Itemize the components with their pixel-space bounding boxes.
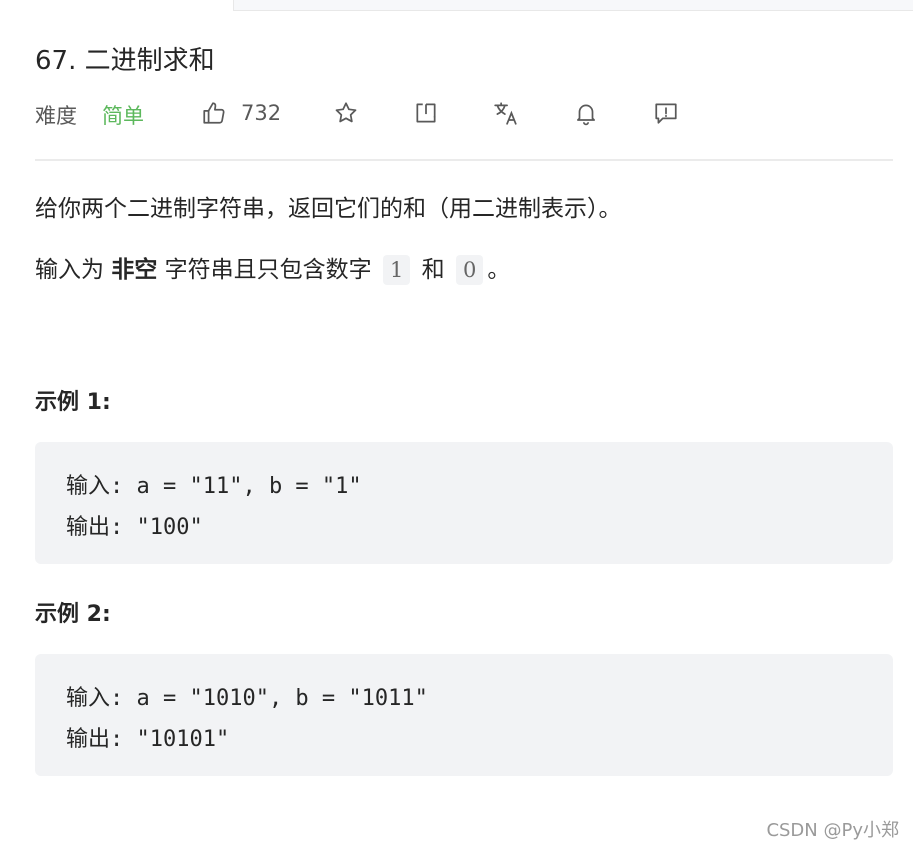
translate-icon[interactable]	[493, 100, 521, 128]
desc-text: 输入为	[35, 257, 112, 283]
star-icon[interactable]	[333, 100, 361, 128]
example-1-input: 输入: a = "11", b = "1"	[66, 474, 362, 499]
difficulty-label: 难度	[35, 104, 77, 128]
desc-text: 字符串且只包含数字	[157, 257, 379, 283]
divider	[35, 159, 893, 161]
example-2-input: 输入: a = "1010", b = "1011"	[66, 686, 428, 711]
example-2-codeblock: 输入: a = "1010", b = "1011" 输出: "10101"	[35, 654, 893, 776]
example-2-output: 输出: "10101"	[66, 727, 230, 752]
example-1-codeblock: 输入: a = "11", b = "1" 输出: "100"	[35, 442, 893, 564]
example-1-output: 输出: "100"	[66, 515, 203, 540]
desc-text: 。	[487, 257, 511, 283]
feedback-icon[interactable]	[653, 100, 681, 128]
like-count: 732	[241, 101, 282, 125]
example-2-title: 示例 2:	[35, 602, 111, 627]
difficulty-value: 简单	[102, 104, 144, 128]
share-icon[interactable]	[413, 100, 441, 128]
top-panel-edge	[233, 0, 913, 11]
inline-code-0: 0	[455, 255, 484, 285]
description-paragraph-2: 输入为 非空 字符串且只包含数字 1 和 0。	[35, 254, 510, 286]
problem-meta-bar: 难度 简单 732	[0, 92, 913, 136]
description-paragraph-1: 给你两个二进制字符串，返回它们的和（用二进制表示）。	[35, 196, 622, 222]
watermark: CSDN @Py小郑	[766, 820, 899, 841]
desc-text: 和	[414, 257, 452, 283]
thumbs-up-icon[interactable]	[201, 100, 229, 128]
bell-icon[interactable]	[573, 100, 601, 128]
example-1-title: 示例 1:	[35, 390, 111, 415]
desc-bold-nonempty: 非空	[111, 257, 158, 283]
problem-title: 67. 二进制求和	[35, 46, 215, 76]
inline-code-1: 1	[382, 255, 411, 285]
